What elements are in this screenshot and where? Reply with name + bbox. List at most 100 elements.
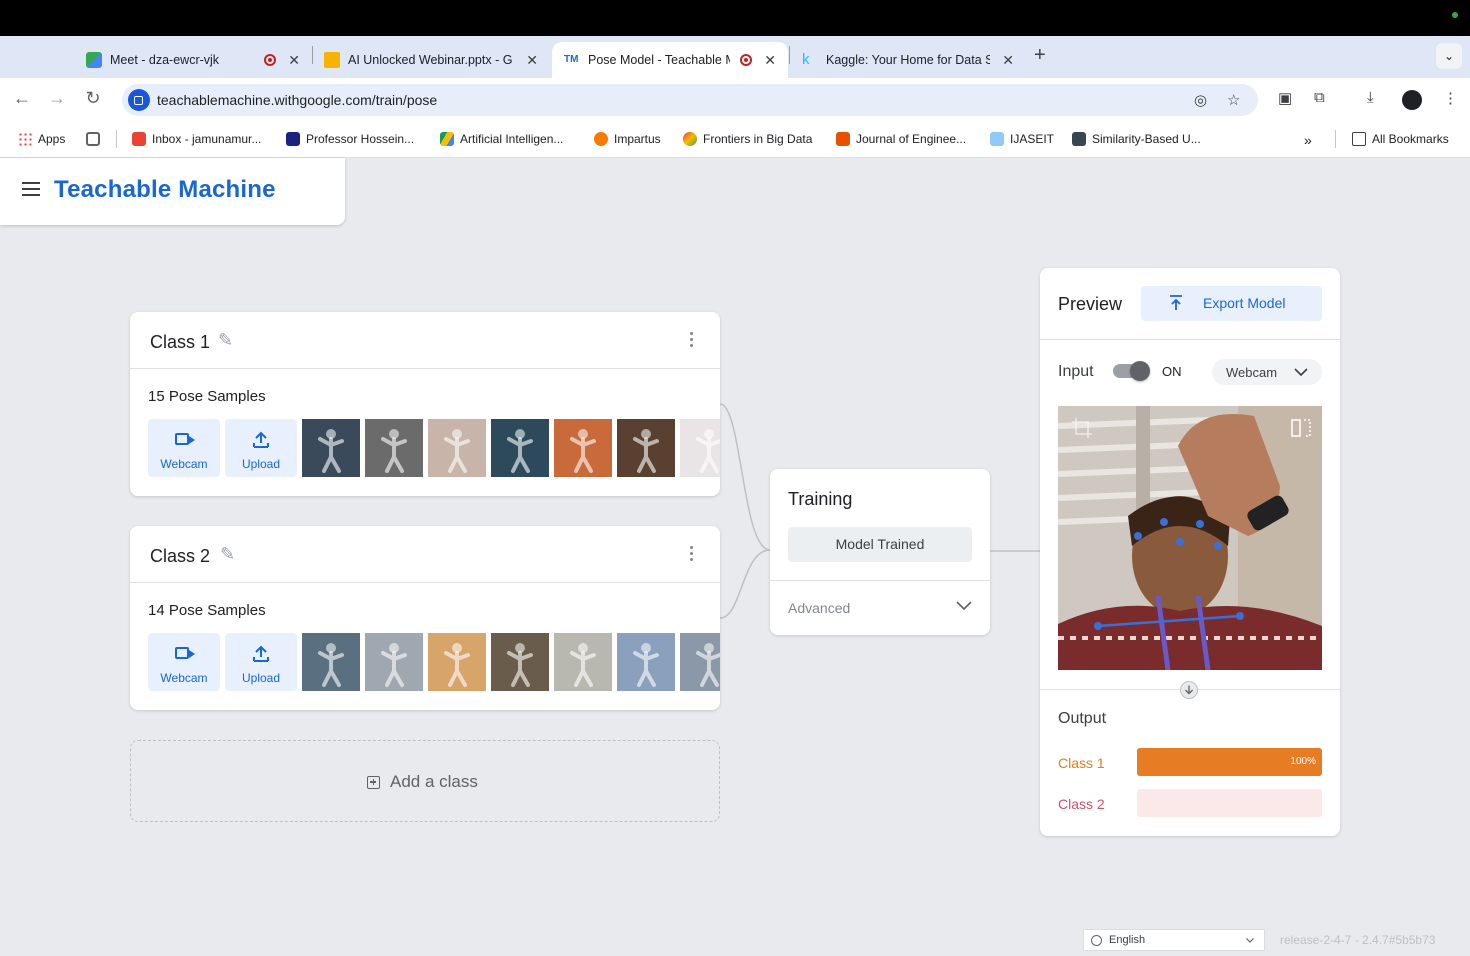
globe-icon bbox=[1091, 935, 1102, 946]
app-brand[interactable]: Teachable Machine bbox=[54, 176, 276, 204]
upload-button[interactable]: Upload bbox=[225, 633, 297, 691]
class-card: Class 2 ✎ 14 Pose Samples Webcam Upload bbox=[130, 526, 720, 710]
keypoint bbox=[1160, 518, 1168, 526]
tab-slides[interactable]: AI Unlocked Webinar.pptx - G ✕ bbox=[312, 42, 550, 78]
sample-thumbnail[interactable] bbox=[491, 419, 549, 477]
language-select[interactable]: English bbox=[1083, 929, 1265, 951]
add-class-content: Add a class bbox=[367, 772, 478, 792]
sample-thumbnail[interactable] bbox=[617, 633, 675, 691]
thumbnail-figure bbox=[507, 429, 533, 473]
more-icon[interactable]: ⋮ bbox=[1443, 89, 1458, 107]
frontiers-icon bbox=[683, 132, 697, 146]
sample-thumbnail[interactable] bbox=[302, 419, 360, 477]
hamburger-menu-icon[interactable] bbox=[22, 182, 40, 200]
class-name[interactable]: Class 2 bbox=[150, 546, 210, 567]
bookmark-ai[interactable]: Artificial Intelligen... bbox=[440, 132, 563, 146]
train-model-button[interactable]: Model Trained bbox=[788, 527, 972, 562]
webcam-label: Webcam bbox=[160, 671, 208, 685]
bookmark-inbox[interactable]: Inbox - jamunamur... bbox=[132, 132, 261, 146]
sample-thumbnail[interactable] bbox=[302, 633, 360, 691]
tab-teachable-machine[interactable]: TM Pose Model - Teachable M ✕ bbox=[552, 42, 788, 78]
upload-button[interactable]: Upload bbox=[225, 419, 297, 477]
source-select[interactable]: Webcam bbox=[1212, 359, 1322, 385]
close-icon[interactable]: ✕ bbox=[764, 52, 776, 69]
reload-icon[interactable]: ↻ bbox=[81, 88, 105, 109]
back-icon[interactable]: ← bbox=[10, 88, 34, 109]
bookmark-ijaseit[interactable]: IJASEIT bbox=[990, 132, 1054, 146]
edit-pencil-icon[interactable]: ✎ bbox=[218, 330, 233, 351]
input-toggle[interactable] bbox=[1113, 361, 1150, 381]
add-class-button[interactable]: Add a class bbox=[130, 740, 720, 822]
confidence-bar bbox=[1137, 789, 1322, 817]
bookmark-impartus[interactable]: Impartus bbox=[594, 132, 661, 146]
tab-strip: Meet - dza-ewcr-vjk ✕ AI Unlocked Webina… bbox=[0, 36, 1470, 78]
bookmark-grid[interactable] bbox=[86, 132, 106, 146]
eye-off-icon[interactable]: ◎ bbox=[1194, 91, 1207, 109]
forward-icon[interactable]: → bbox=[45, 88, 69, 109]
sample-thumbnail[interactable] bbox=[491, 633, 549, 691]
more-bookmarks-icon[interactable]: » bbox=[1304, 132, 1312, 148]
webcam-button[interactable]: Webcam bbox=[148, 419, 220, 477]
star-icon[interactable]: ☆ bbox=[1227, 91, 1240, 109]
address-bar[interactable]: teachablemachine.withgoogle.com/train/po… bbox=[122, 84, 1258, 116]
thumbnail-figure bbox=[570, 643, 596, 687]
avatar[interactable] bbox=[1402, 90, 1422, 110]
tab-title: Meet - dza-ewcr-vjk bbox=[110, 53, 220, 67]
tab-search-icon[interactable]: ⌄ bbox=[1436, 43, 1462, 69]
bookmark-frontiers[interactable]: Frontiers in Big Data bbox=[683, 132, 812, 146]
preview-title: Preview bbox=[1058, 294, 1123, 314]
bookmark-similarity[interactable]: Similarity-Based U... bbox=[1072, 132, 1201, 146]
tab-kaggle[interactable]: k Kaggle: Your Home for Data S ✕ bbox=[790, 42, 1026, 78]
source-select-value: Webcam bbox=[1226, 365, 1278, 380]
tab-meet[interactable]: Meet - dza-ewcr-vjk ✕ bbox=[74, 42, 312, 78]
bookmark-label: All Bookmarks bbox=[1372, 132, 1449, 146]
arrow-down-icon bbox=[1180, 681, 1198, 699]
download-icon[interactable]: ⤓ bbox=[1367, 89, 1374, 106]
more-options-icon[interactable] bbox=[690, 546, 694, 564]
class-card-header: Class 2 ✎ bbox=[130, 526, 720, 583]
new-tab-icon[interactable]: + bbox=[1034, 44, 1046, 67]
all-bookmarks[interactable]: All Bookmarks bbox=[1352, 132, 1449, 146]
tab-separator bbox=[312, 46, 313, 64]
sample-thumbnail[interactable] bbox=[680, 419, 720, 477]
upload-label: Upload bbox=[241, 457, 281, 471]
plus-box-icon bbox=[367, 775, 380, 789]
close-icon[interactable]: ✕ bbox=[526, 52, 538, 69]
bookmark-journal[interactable]: Journal of Enginee... bbox=[836, 132, 966, 146]
site-info-icon[interactable] bbox=[128, 89, 150, 111]
sample-thumbnail[interactable] bbox=[428, 419, 486, 477]
chevron-down-icon[interactable] bbox=[956, 601, 972, 611]
bookmark-apps[interactable]: Apps bbox=[18, 132, 65, 146]
export-model-button[interactable]: Export Model bbox=[1141, 286, 1322, 321]
bookmark-separator bbox=[116, 130, 117, 148]
sample-count: 14 Pose Samples bbox=[148, 602, 266, 619]
tab-title: Pose Model - Teachable M bbox=[588, 53, 731, 67]
thumbnail-figure bbox=[507, 643, 533, 687]
os-top-bar bbox=[0, 0, 1470, 36]
sample-thumbnail[interactable] bbox=[365, 633, 423, 691]
export-upload-icon bbox=[1170, 295, 1182, 310]
more-options-icon[interactable] bbox=[690, 332, 694, 350]
class-name[interactable]: Class 1 bbox=[150, 332, 210, 353]
webcam-button[interactable]: Webcam bbox=[148, 633, 220, 691]
close-icon[interactable]: ✕ bbox=[288, 52, 300, 69]
close-icon[interactable]: ✕ bbox=[1002, 52, 1014, 69]
bookmark-professor[interactable]: Professor Hossein... bbox=[286, 132, 414, 146]
sample-thumbnail[interactable] bbox=[617, 419, 675, 477]
sample-thumbnail[interactable] bbox=[680, 633, 720, 691]
thumbnail-figure bbox=[444, 429, 470, 473]
divider bbox=[1040, 339, 1340, 340]
puzzle-icon[interactable]: ⧉ bbox=[1314, 89, 1325, 106]
language-value: English bbox=[1109, 934, 1146, 946]
url-text[interactable]: teachablemachine.withgoogle.com/train/po… bbox=[157, 92, 437, 108]
advanced-toggle[interactable]: Advanced bbox=[788, 600, 850, 616]
extension-icon[interactable]: ▣ bbox=[1278, 89, 1292, 107]
sample-thumbnail[interactable] bbox=[365, 419, 423, 477]
sample-thumbnail[interactable] bbox=[428, 633, 486, 691]
toggle-knob bbox=[1130, 361, 1150, 381]
sample-thumbnail[interactable] bbox=[554, 633, 612, 691]
sample-thumbnail[interactable] bbox=[554, 419, 612, 477]
edit-pencil-icon[interactable]: ✎ bbox=[220, 544, 235, 565]
meet-icon bbox=[86, 52, 102, 68]
chevron-down-icon bbox=[1246, 938, 1254, 943]
